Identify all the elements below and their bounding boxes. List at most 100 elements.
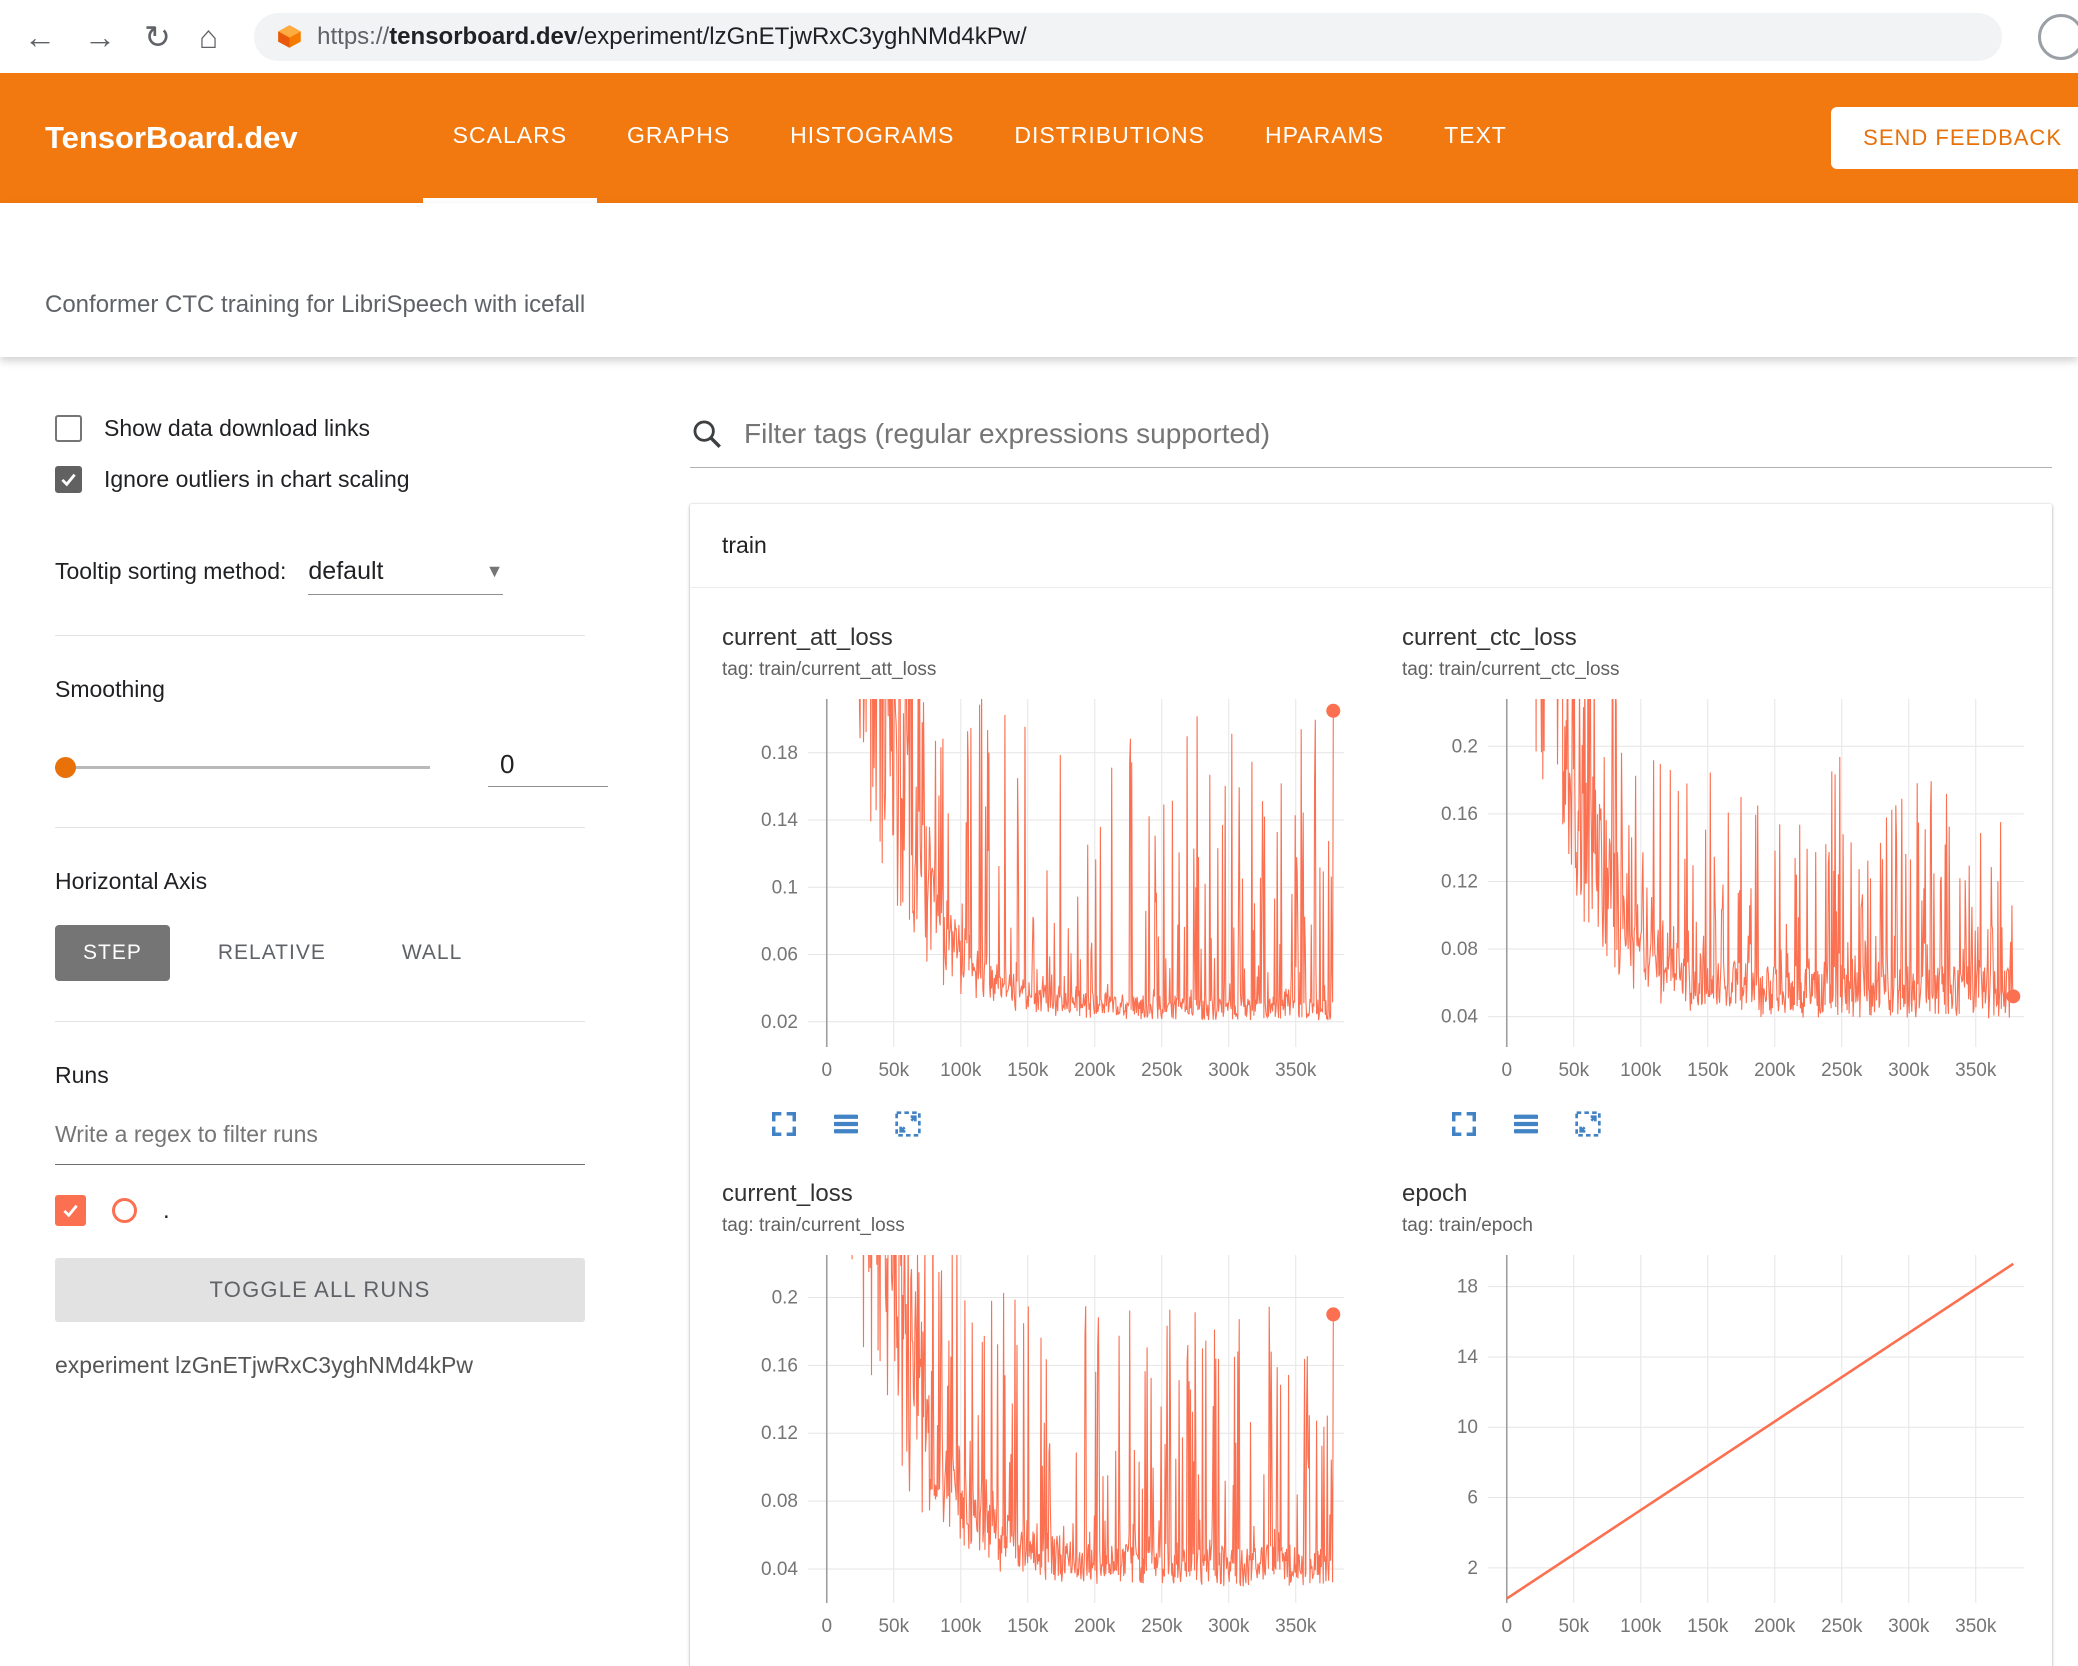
browser-home-icon[interactable]: ⌂ <box>199 21 218 53</box>
show-download-links-checkbox[interactable] <box>55 415 82 442</box>
tab-scalars[interactable]: SCALARS <box>422 73 598 203</box>
svg-text:100k: 100k <box>940 1060 982 1081</box>
url-text: https://tensorboard.dev/experiment/lzGnE… <box>317 23 1027 51</box>
svg-text:300k: 300k <box>1208 1060 1250 1081</box>
url-domain: tensorboard.dev <box>389 22 578 50</box>
svg-text:18: 18 <box>1457 1277 1478 1298</box>
tooltip-sorting-select[interactable]: default ▼ <box>308 557 504 595</box>
svg-text:0.16: 0.16 <box>761 1355 798 1376</box>
filter-tags-input[interactable] <box>744 418 2052 450</box>
svg-text:200k: 200k <box>1754 1616 1796 1637</box>
svg-text:250k: 250k <box>1141 1060 1183 1081</box>
main-nav: SCALARS GRAPHS HISTOGRAMS DISTRIBUTIONS … <box>422 73 1537 203</box>
experiment-description: Conformer CTC training for LibriSpeech w… <box>45 291 586 318</box>
settings-sidebar: Show data download links Ignore outliers… <box>0 357 640 1666</box>
send-feedback-button[interactable]: SEND FEEDBACK <box>1831 107 2078 169</box>
show-download-links-row[interactable]: Show data download links <box>55 415 585 442</box>
ignore-outliers-row[interactable]: Ignore outliers in chart scaling <box>55 466 585 493</box>
smoothing-slider-thumb[interactable] <box>55 757 76 778</box>
browser-back-icon[interactable]: ← <box>24 21 56 53</box>
svg-text:0: 0 <box>821 1616 832 1637</box>
fit-domain-icon[interactable] <box>1572 1108 1604 1140</box>
svg-text:6: 6 <box>1467 1488 1478 1509</box>
svg-text:0.18: 0.18 <box>761 743 798 764</box>
charts-grid: current_att_loss tag: train/current_att_… <box>690 588 2052 1666</box>
svg-text:50k: 50k <box>878 1060 909 1081</box>
smoothing-slider-track <box>55 766 430 769</box>
chart-tag: tag: train/epoch <box>1402 1215 1533 1236</box>
tooltip-sorting-label: Tooltip sorting method: <box>55 558 287 584</box>
svg-text:0: 0 <box>1501 1616 1512 1637</box>
svg-text:0.02: 0.02 <box>761 1012 798 1033</box>
tab-graphs[interactable]: GRAPHS <box>597 73 760 203</box>
chart-title: current_att_loss <box>722 624 893 651</box>
train-card: train current_att_loss tag: train/curren… <box>690 504 2052 1666</box>
svg-text:150k: 150k <box>1687 1616 1729 1637</box>
svg-text:300k: 300k <box>1208 1616 1250 1637</box>
runs-list-icon[interactable] <box>830 1108 862 1140</box>
divider <box>55 635 585 636</box>
svg-text:250k: 250k <box>1141 1616 1183 1637</box>
expand-chart-icon[interactable] <box>768 1108 800 1140</box>
address-bar[interactable]: https://tensorboard.dev/experiment/lzGnE… <box>254 12 2002 61</box>
chart-toolbar <box>768 1108 1362 1140</box>
app-logo[interactable]: TensorBoard.dev <box>45 120 298 156</box>
svg-text:0.14: 0.14 <box>761 810 798 831</box>
svg-text:14: 14 <box>1457 1347 1479 1368</box>
tab-hparams[interactable]: HPARAMS <box>1235 73 1414 203</box>
chart-canvas-current_ctc_loss[interactable]: 0.04 0.08 0.12 0.16 0.2 0 50k 100k 150k 200k 250k 3… <box>1402 693 2042 1091</box>
run-row[interactable]: . <box>55 1195 585 1226</box>
svg-text:350k: 350k <box>1955 1616 1997 1637</box>
ignore-outliers-checkbox[interactable] <box>55 466 82 493</box>
main-panel: train current_att_loss tag: train/curren… <box>640 357 2078 1666</box>
smoothing-slider[interactable] <box>55 756 430 778</box>
svg-text:10: 10 <box>1457 1417 1478 1438</box>
runs-filter-input[interactable] <box>55 1111 585 1165</box>
smoothing-row <box>55 747 608 787</box>
browser-bar: ← → ↻ ⌂ https://tensorboard.dev/experime… <box>0 0 2078 73</box>
svg-text:0.06: 0.06 <box>761 945 798 966</box>
browser-profile-avatar[interactable] <box>2038 13 2078 60</box>
chart-card-current_att_loss: current_att_loss tag: train/current_att_… <box>702 608 1382 1140</box>
axis-wall-button[interactable]: WALL <box>374 925 490 981</box>
svg-text:0.2: 0.2 <box>1452 736 1478 757</box>
run-color-swatch[interactable] <box>112 1198 137 1223</box>
chart-canvas-current_att_loss[interactable]: 0.02 0.06 0.1 0.14 0.18 0 50k 100k 150k 200k 250k 3… <box>722 693 1362 1091</box>
tab-histograms[interactable]: HISTOGRAMS <box>760 73 984 203</box>
tab-distributions[interactable]: DISTRIBUTIONS <box>984 73 1235 203</box>
tab-text[interactable]: TEXT <box>1414 73 1537 203</box>
toggle-all-runs-button[interactable]: TOGGLE ALL RUNS <box>55 1258 585 1322</box>
chart-canvas-epoch[interactable]: 2 6 10 14 18 0 50k 100k 150k 200k 250k 300k 350k <box>1402 1249 2042 1647</box>
runs-label: Runs <box>55 1062 109 1088</box>
svg-text:300k: 300k <box>1888 1060 1930 1081</box>
svg-text:100k: 100k <box>1620 1060 1662 1081</box>
svg-text:250k: 250k <box>1821 1060 1863 1081</box>
svg-text:250k: 250k <box>1821 1616 1863 1637</box>
run-checkbox[interactable] <box>55 1195 86 1226</box>
show-download-links-label: Show data download links <box>104 415 370 441</box>
chart-canvas-current_loss[interactable]: 0.04 0.08 0.12 0.16 0.2 0 50k 100k 150k 200k 250k 3… <box>722 1249 1362 1647</box>
svg-text:50k: 50k <box>1558 1060 1589 1081</box>
smoothing-value-input[interactable] <box>488 747 608 787</box>
experiment-id-label: experiment lzGnETjwRxC3yghNMd4kPw <box>55 1352 473 1378</box>
expand-chart-icon[interactable] <box>1448 1108 1480 1140</box>
axis-relative-button[interactable]: RELATIVE <box>190 925 354 981</box>
chart-card-current_loss: current_loss tag: train/current_loss 0.0… <box>702 1164 1382 1666</box>
chart-plot: 0.04 0.08 0.12 0.16 0.2 0 50k 100k 150k 200k 250k 3… <box>1402 693 2042 1096</box>
axis-step-button[interactable]: STEP <box>55 925 170 981</box>
runs-list-icon[interactable] <box>1510 1108 1542 1140</box>
tag-group-title[interactable]: train <box>690 504 2052 588</box>
filter-tags-row <box>690 417 2052 468</box>
browser-forward-icon[interactable]: → <box>84 21 116 53</box>
svg-text:0: 0 <box>821 1060 832 1081</box>
svg-text:0.08: 0.08 <box>761 1491 798 1512</box>
chart-card-epoch: epoch tag: train/epoch 2 6 10 14 18 0 50k 100k 1… <box>1382 1164 2062 1666</box>
browser-reload-icon[interactable]: ↻ <box>144 21 171 53</box>
svg-text:0.04: 0.04 <box>1441 1007 1478 1028</box>
chart-plot: 2 6 10 14 18 0 50k 100k 150k 200k 250k 300k 350k <box>1402 1249 2042 1652</box>
fit-domain-icon[interactable] <box>892 1108 924 1140</box>
svg-text:150k: 150k <box>1007 1616 1049 1637</box>
chart-card-current_ctc_loss: current_ctc_loss tag: train/current_ctc_… <box>1382 608 2062 1140</box>
chart-title: current_ctc_loss <box>1402 624 1577 651</box>
svg-text:0: 0 <box>1501 1060 1512 1081</box>
